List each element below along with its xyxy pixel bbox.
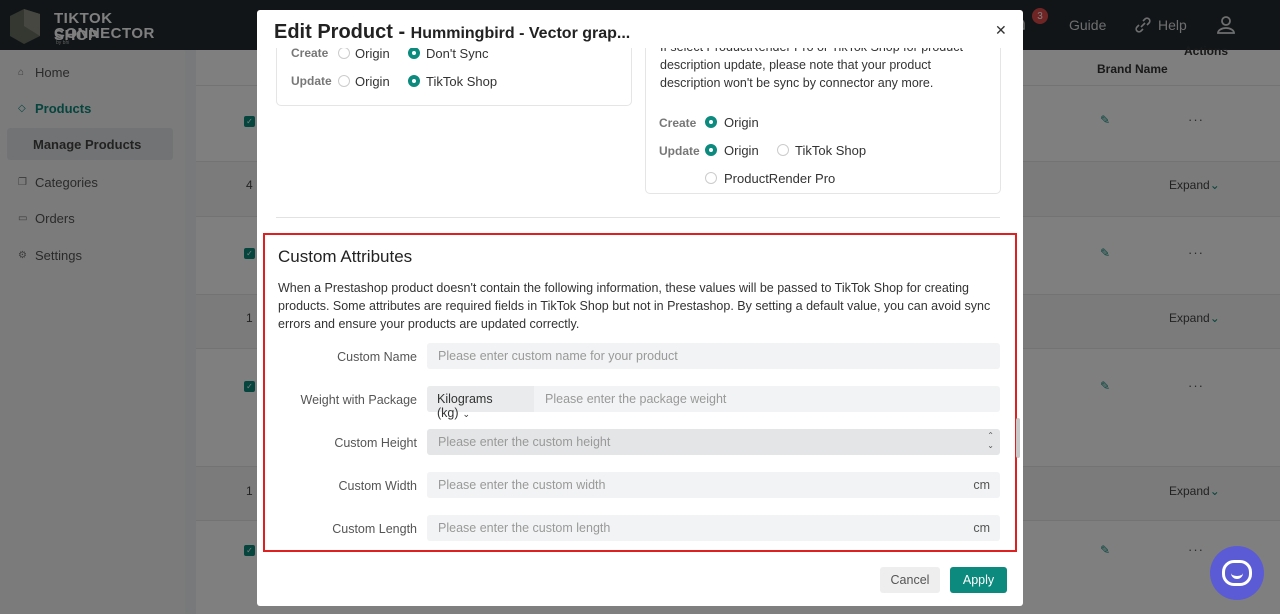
radio-desc-create-origin[interactable] (705, 116, 717, 128)
width-unit: cm (973, 478, 990, 492)
weight-unit-select[interactable]: Kilograms (kg) ⌄ (427, 386, 534, 420)
width-label: Custom Width (338, 479, 418, 493)
modal-title-prefix: Edit Product - (274, 21, 406, 43)
create-label: Create (291, 48, 329, 60)
length-unit: cm (973, 521, 990, 535)
modal-title-product: Hummingbird - Vector grap... (410, 25, 631, 42)
width-input[interactable]: Please enter the custom width cm (427, 472, 1000, 498)
radio-desc-update-origin[interactable] (705, 144, 717, 156)
width-placeholder: Please enter the custom width (438, 478, 606, 492)
custom-name-label: Custom Name (337, 350, 417, 364)
height-input[interactable]: Please enter the custom height ⌃ ⌄ (427, 429, 1000, 455)
modal-title: Edit Product - Hummingbird - Vector grap… (274, 21, 630, 44)
radio-label: TikTok Shop (426, 74, 498, 89)
radio-label: TikTok Shop (795, 143, 867, 158)
radio-label: Don't Sync (426, 48, 489, 61)
height-placeholder: Please enter the custom height (438, 435, 611, 449)
custom-name-input[interactable]: Please enter custom name for your produc… (427, 343, 1000, 369)
close-icon[interactable]: ✕ (995, 22, 1007, 39)
update-label: Update (659, 144, 700, 158)
radio-label: Origin (724, 143, 759, 158)
weight-input[interactable]: Please enter the package weight (545, 392, 726, 406)
radio-label: ProductRender Pro (724, 171, 836, 186)
custom-attributes-section: Custom Attributes When a Prestashop prod… (263, 233, 1017, 552)
radio-desc-update-productrender-pro[interactable] (705, 172, 717, 184)
create-label: Create (659, 116, 697, 130)
description-sync-note: If select ProductRender Pro or TikTok Sh… (660, 48, 963, 90)
apply-button[interactable]: Apply (950, 567, 1007, 593)
radio-label: Origin (355, 48, 390, 61)
radio-desc-update-tiktok-shop[interactable] (777, 144, 789, 156)
chat-icon (1222, 560, 1252, 586)
update-label: Update (291, 74, 332, 88)
cancel-button[interactable]: Cancel (880, 567, 940, 593)
length-input[interactable]: Please enter the custom length cm (427, 515, 1000, 541)
weight-input-group: Kilograms (kg) ⌄ Please enter the package… (427, 386, 1000, 420)
weight-label: Weight with Package (300, 393, 418, 407)
radio-label: Origin (724, 115, 759, 130)
chat-button[interactable] (1210, 546, 1264, 600)
length-label: Custom Length (332, 522, 417, 536)
section-description: When a Prestashop product doesn't contai… (278, 281, 991, 331)
modal-scrollbar[interactable] (1016, 418, 1020, 458)
edit-product-modal: Edit Product - Hummingbird - Vector grap… (257, 10, 1023, 606)
radio-label: Origin (355, 74, 390, 89)
chevron-down-icon: ⌄ (462, 409, 471, 419)
section-title: Custom Attributes (278, 247, 413, 266)
radio-update-tiktok-shop[interactable] (408, 75, 420, 87)
number-stepper-icon[interactable]: ⌃ ⌄ (987, 431, 994, 451)
section-divider (276, 217, 1000, 218)
radio-update-origin[interactable] (338, 75, 350, 87)
length-placeholder: Please enter the custom length (438, 521, 611, 535)
height-label: Custom Height (334, 436, 417, 450)
modal-body: Create Origin Don't Sync Update Origin T… (257, 48, 1023, 558)
